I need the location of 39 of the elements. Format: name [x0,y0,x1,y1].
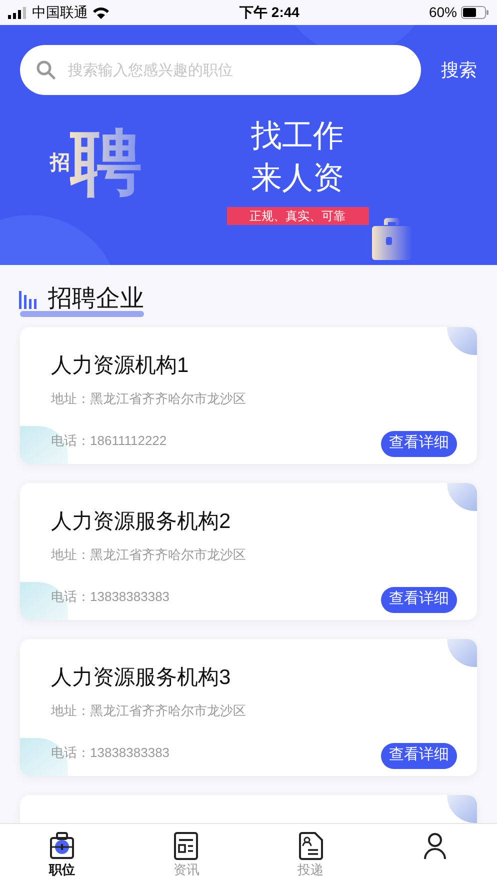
corner-decoration [447,327,477,355]
company-name: 人力资源机构1 [51,353,190,379]
details-button[interactable]: 查看详细 [381,586,457,612]
corner-decoration [447,483,477,511]
company-name: 人力资源服务机构2 [51,509,232,535]
company-address: 地址：黑龙江省齐齐哈尔市龙沙区 [51,546,247,564]
briefcase-icon [372,217,412,261]
details-button[interactable]: 查看详细 [381,430,457,456]
search-field[interactable]: 搜索输入您感兴趣的职位 [20,45,421,95]
tab[interactable]: 职位 [0,824,124,883]
company-phone: 电话：18611112222 [51,432,167,450]
corner-decoration [447,639,477,667]
banner-title: 找工作 [251,117,344,155]
company-address: 地址：黑龙江省齐齐哈尔市龙沙区 [51,702,247,720]
details-button[interactable]: 查看详细 [381,742,457,768]
carrier-name: 中国联通 [32,3,88,22]
search-button[interactable]: 搜索 [441,56,477,84]
newspaper-icon [174,832,198,860]
clock-time: 下午 2:44 [240,3,300,22]
tab[interactable]: 投递 [248,824,373,883]
document-icon [298,832,323,860]
battery-percent: 60% [428,3,457,22]
battery-icon [460,6,489,19]
section-title: 招聘企业 [48,287,144,311]
banner-tag: 正规、真实、可靠 [226,207,368,225]
company-address: 地址：黑龙江省齐齐哈尔市龙沙区 [51,390,247,408]
person-icon [422,832,447,860]
hiring-art: 聘 [70,127,142,199]
hiring-art-small: 招 [50,151,70,176]
company-phone: 电话：13838383383 [51,588,170,606]
wifi-icon [92,6,110,19]
search-icon [36,60,56,80]
banner-title: 来人资 [251,159,344,197]
tab[interactable]: 资讯 [124,824,248,883]
corner-decoration [447,795,477,823]
company-name: 人力资源服务机构3 [51,665,232,691]
signal-icon [8,6,28,18]
company-phone: 电话：13838383383 [51,744,170,762]
briefcase-icon [50,832,74,860]
